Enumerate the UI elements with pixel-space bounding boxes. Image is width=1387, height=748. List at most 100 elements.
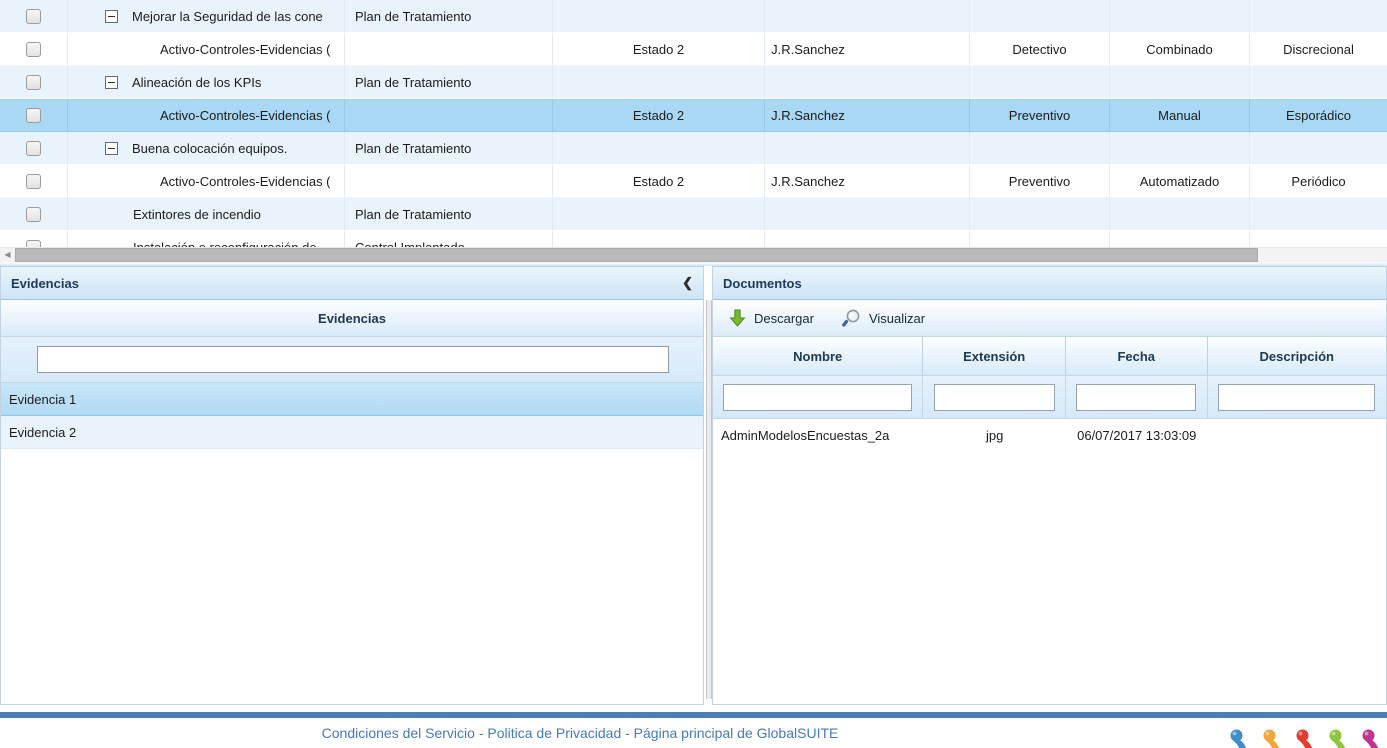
- evidencias-column-header[interactable]: Evidencias: [1, 300, 703, 337]
- item-name: Activo-Controles-Evidencias (: [160, 108, 331, 123]
- row-select-cell: [0, 66, 68, 98]
- row-checkbox[interactable]: [26, 42, 41, 57]
- evidencias-panel: Evidencias ❮ Evidencias Evidencia 1Evide…: [0, 266, 704, 705]
- evidencias-list: Evidencia 1Evidencia 2: [1, 383, 703, 449]
- collapse-node-icon[interactable]: [105, 76, 118, 89]
- modo-cell: [1110, 132, 1250, 164]
- panel-splitter[interactable]: [704, 266, 712, 705]
- row-checkbox[interactable]: [26, 174, 41, 189]
- row-checkbox[interactable]: [26, 75, 41, 90]
- frecuencia-cell: [1250, 198, 1387, 230]
- treatment-cell: [345, 33, 553, 65]
- estado-cell: Estado 2: [553, 100, 765, 131]
- treegrid-row[interactable]: Alineación de los KPIs Plan de Tratamient…: [0, 66, 1387, 99]
- tipo-cell: [970, 231, 1110, 247]
- tipo-cell: [970, 198, 1110, 230]
- controls-treegrid: Mejorar la Seguridad de las cone Plan de …: [0, 0, 1387, 247]
- row-select-cell: [0, 100, 68, 131]
- item-name: Activo-Controles-Evidencias (: [160, 174, 331, 189]
- footer-logo-pins: [1229, 729, 1383, 748]
- collapse-node-icon[interactable]: [105, 10, 118, 23]
- tipo-cell: [970, 66, 1110, 98]
- item-name-cell: Mejorar la Seguridad de las cone: [68, 0, 345, 32]
- item-name-cell: Activo-Controles-Evidencias (: [68, 33, 345, 65]
- estado-cell: [553, 66, 765, 98]
- documento-nombre: AdminModelosEncuestas_2a: [713, 419, 923, 452]
- item-name: Alineación de los KPIs: [132, 75, 261, 90]
- responsable-cell: [765, 198, 970, 230]
- documentos-filter-row: [713, 376, 1386, 419]
- treegrid-row[interactable]: Buena colocación equipos. Plan de Tratami…: [0, 132, 1387, 165]
- modo-cell: Automatizado: [1110, 165, 1250, 197]
- documentos-filter-input[interactable]: [1218, 384, 1375, 411]
- filter-cell: [1066, 376, 1208, 418]
- frecuencia-cell: Discrecional: [1250, 33, 1387, 65]
- row-select-cell: [0, 0, 68, 32]
- tipo-cell: Detectivo: [970, 33, 1110, 65]
- row-checkbox[interactable]: [26, 108, 41, 123]
- responsable-cell: [765, 66, 970, 98]
- row-select-cell: [0, 198, 68, 230]
- scroll-left-arrow-icon[interactable]: ◀: [0, 248, 15, 262]
- treegrid-row[interactable]: Instalación e reconfiguración deControl …: [0, 231, 1387, 247]
- treatment-cell: Plan de Tratamiento: [345, 198, 553, 230]
- modo-cell: [1110, 231, 1250, 247]
- collapse-node-icon[interactable]: [105, 142, 118, 155]
- frecuencia-cell: [1250, 66, 1387, 98]
- item-name-cell: Extintores de incendio: [68, 198, 345, 230]
- treegrid-row[interactable]: Activo-Controles-Evidencias (Estado 2J.R…: [0, 99, 1387, 132]
- globalsuite-pin-icon: [1229, 729, 1251, 748]
- magnifier-icon: [842, 309, 861, 327]
- row-checkbox[interactable]: [26, 240, 41, 248]
- globalsuite-pin-icon: [1328, 729, 1350, 748]
- item-name: Mejorar la Seguridad de las cone: [132, 9, 323, 24]
- row-select-cell: [0, 132, 68, 164]
- treegrid-row[interactable]: Mejorar la Seguridad de las cone Plan de …: [0, 0, 1387, 33]
- visualizar-button[interactable]: Visualizar: [842, 309, 925, 327]
- item-name: Activo-Controles-Evidencias (: [160, 42, 331, 57]
- evidencia-list-item[interactable]: Evidencia 2: [1, 416, 703, 449]
- scrollbar-thumb[interactable]: [15, 248, 1258, 262]
- globalsuite-pin-icon: [1262, 729, 1284, 748]
- documentos-panel-header: Documentos: [713, 267, 1386, 300]
- documentos-rows: AdminModelosEncuestas_2ajpg06/07/2017 13…: [713, 419, 1386, 452]
- estado-cell: [553, 198, 765, 230]
- item-name-cell: Alineación de los KPIs: [68, 66, 345, 98]
- documentos-filter-input[interactable]: [723, 384, 912, 411]
- horizontal-scrollbar[interactable]: ◀: [0, 247, 1387, 262]
- evidencia-list-item[interactable]: Evidencia 1: [1, 383, 703, 416]
- globalsuite-pin-icon: [1361, 729, 1383, 748]
- evidencias-filter-row: [1, 337, 703, 383]
- treatment-cell: Plan de Tratamiento: [345, 0, 553, 32]
- column-header-d2[interactable]: Fecha: [1066, 337, 1208, 375]
- treatment-cell: Plan de Tratamiento: [345, 132, 553, 164]
- column-header-d1[interactable]: Extensión: [923, 337, 1066, 375]
- documentos-filter-input[interactable]: [1076, 384, 1196, 411]
- row-checkbox[interactable]: [26, 207, 41, 222]
- collapse-panel-icon[interactable]: ❮: [682, 275, 693, 291]
- row-checkbox[interactable]: [26, 9, 41, 24]
- treatment-cell: Plan de Tratamiento: [345, 66, 553, 98]
- treatment-cell: Control Implantado: [345, 231, 553, 247]
- documentos-panel: Documentos Descargar Visualizar NombreEx…: [712, 266, 1387, 705]
- column-header-d0[interactable]: Nombre: [713, 337, 923, 375]
- evidencias-filter-input[interactable]: [37, 346, 669, 373]
- treegrid-row[interactable]: Activo-Controles-Evidencias (Estado 2J.R…: [0, 165, 1387, 198]
- documento-row[interactable]: AdminModelosEncuestas_2ajpg06/07/2017 13…: [713, 419, 1386, 452]
- item-name: Buena colocación equipos.: [132, 141, 287, 156]
- row-select-cell: [0, 33, 68, 65]
- tipo-cell: [970, 0, 1110, 32]
- estado-cell: [553, 132, 765, 164]
- responsable-cell: J.R.Sanchez: [765, 33, 970, 65]
- tipo-cell: Preventivo: [970, 100, 1110, 131]
- row-checkbox[interactable]: [26, 141, 41, 156]
- modo-cell: [1110, 66, 1250, 98]
- documentos-filter-input[interactable]: [934, 384, 1055, 411]
- footer-links-text[interactable]: Condiciones del Servicio - Politica de P…: [322, 725, 839, 741]
- frecuencia-cell: Esporádico: [1250, 100, 1387, 131]
- treegrid-row[interactable]: Extintores de incendio Plan de Tratamient…: [0, 198, 1387, 231]
- treegrid-row[interactable]: Activo-Controles-Evidencias (Estado 2J.R…: [0, 33, 1387, 66]
- descargar-button[interactable]: Descargar: [729, 309, 814, 327]
- item-name: Extintores de incendio: [133, 207, 261, 222]
- column-header-d3[interactable]: Descripción: [1208, 337, 1386, 375]
